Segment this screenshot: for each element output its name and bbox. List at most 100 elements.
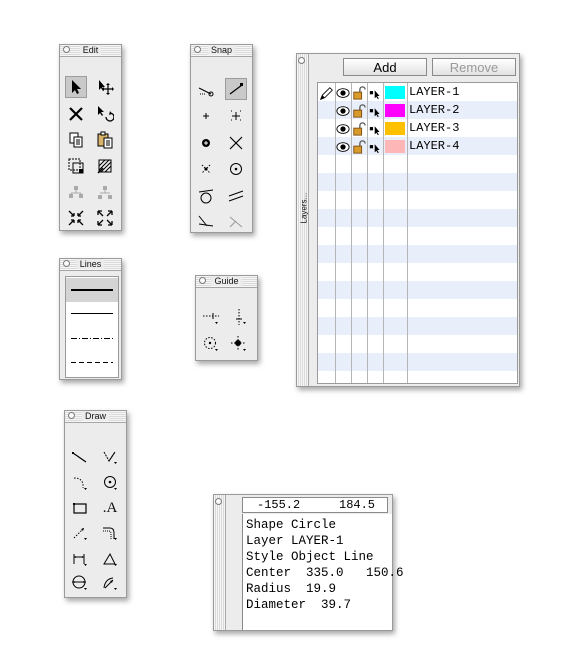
info-line-radius: Radius 19.9 [246, 582, 337, 596]
guide-circle-icon [204, 337, 218, 351]
layer-color-swatch[interactable] [385, 86, 405, 99]
rotate-tool[interactable] [94, 103, 116, 125]
draw-polyline-tool[interactable] [99, 446, 121, 468]
guide-titlebar[interactable]: Guide [196, 276, 257, 288]
layer-row[interactable]: LAYER-2 [318, 102, 517, 120]
layer-color-swatch[interactable] [385, 104, 405, 117]
draw-fillet-tool[interactable] [99, 522, 121, 544]
info-line-center: Center 335.0 150.6 [246, 566, 404, 580]
snap-line-tool[interactable] [225, 78, 247, 100]
copy-tool[interactable] [65, 129, 87, 151]
cursor-icon[interactable] [367, 102, 383, 120]
move-icon [99, 80, 114, 95]
edit-palette: Edit [59, 44, 122, 231]
paste-tool[interactable] [94, 129, 116, 151]
layer-name[interactable]: LAYER-3 [409, 121, 459, 135]
snap-point-tool[interactable] [195, 105, 217, 127]
layer-name[interactable]: LAYER-2 [409, 103, 459, 117]
snap-free-icon [198, 87, 214, 97]
ungroup-tool[interactable] [94, 182, 116, 204]
cursor-icon[interactable] [367, 120, 383, 138]
guide-cross-tool[interactable] [228, 333, 250, 355]
layer-color-swatch[interactable] [385, 140, 405, 153]
stripe-row [318, 317, 517, 335]
snap-circle-tool[interactable] [225, 158, 247, 180]
snap-tangent-tool[interactable] [195, 185, 217, 207]
eye-icon[interactable] [335, 102, 351, 120]
guide-circle-tool[interactable] [200, 333, 222, 355]
delete-tool[interactable] [65, 103, 87, 125]
draw-radius-tool[interactable] [99, 572, 121, 594]
eye-icon[interactable] [335, 84, 351, 102]
select-box-tool[interactable] [65, 155, 87, 177]
draw-title: Draw [81, 411, 109, 421]
layer-row[interactable]: LAYER-3 [318, 120, 517, 138]
draw-text-tool[interactable]: .A [99, 497, 121, 519]
radius-icon [103, 577, 117, 590]
snap-tangent-icon [198, 189, 214, 204]
snap-mid-tool[interactable] [195, 158, 217, 180]
draw-circle-tool[interactable] [99, 472, 121, 494]
eye-icon[interactable] [335, 120, 351, 138]
dimension-icon [73, 527, 87, 540]
eye-icon[interactable] [335, 138, 351, 156]
column-divider [383, 83, 384, 383]
snap-perp-tool[interactable] [225, 210, 247, 232]
draw-titlebar[interactable]: Draw [65, 411, 126, 423]
layer-row[interactable]: LAYER-1 [318, 84, 517, 102]
lock-icon[interactable] [351, 120, 367, 138]
select-arrow-tool[interactable] [65, 76, 87, 98]
line-style-solid[interactable] [66, 302, 118, 326]
snap-palette: Snap [190, 44, 253, 233]
layer-name[interactable]: LAYER-4 [409, 139, 459, 153]
edit-title: Edit [79, 45, 102, 55]
layer-row[interactable]: LAYER-4 [318, 138, 517, 156]
line-style-thick[interactable] [66, 278, 118, 302]
stripe-row [318, 209, 517, 227]
lines-titlebar[interactable]: Lines [60, 259, 121, 271]
draw-rectangle-tool[interactable] [69, 497, 91, 519]
close-icon[interactable] [298, 57, 305, 64]
draw-angle-tool[interactable] [99, 548, 121, 570]
close-icon[interactable] [215, 498, 222, 505]
cursor-icon[interactable] [367, 138, 383, 156]
move-tool[interactable] [94, 76, 116, 98]
draw-line-tool[interactable] [69, 446, 91, 468]
add-layer-button[interactable]: Add [343, 58, 427, 76]
snap-center-tool[interactable] [195, 132, 217, 154]
guide-vertical-tool[interactable] [228, 306, 250, 328]
draw-hdim-tool[interactable] [69, 548, 91, 570]
snap-center-icon [202, 139, 210, 147]
lock-icon[interactable] [351, 84, 367, 102]
pencil-icon[interactable] [318, 84, 335, 102]
snap-titlebar[interactable]: Snap [191, 45, 252, 57]
layer-name[interactable]: LAYER-1 [409, 85, 459, 99]
snap-grid-tool[interactable] [225, 105, 247, 127]
polyline-icon [103, 451, 117, 464]
snap-free-tool[interactable] [195, 78, 217, 100]
guide-horizontal-tool[interactable] [200, 306, 222, 328]
line-style-dashdot[interactable] [66, 327, 118, 351]
lock-icon[interactable] [351, 102, 367, 120]
draw-arc-tool[interactable] [69, 472, 91, 494]
draw-dimension-tool[interactable] [69, 522, 91, 544]
layer-color-swatch[interactable] [385, 122, 405, 135]
edit-titlebar[interactable]: Edit [60, 45, 121, 57]
lock-icon[interactable] [351, 138, 367, 156]
expand-tool[interactable] [94, 207, 116, 229]
shrink-tool[interactable] [65, 207, 87, 229]
layers-side-titlebar[interactable]: Layers... [297, 54, 309, 386]
snap-parallel-tool[interactable] [225, 185, 247, 207]
shape-info: Shape Circle Layer LAYER-1 Style Object … [242, 514, 404, 630]
draw-diameter-tool[interactable] [69, 572, 91, 594]
line-style-dashed[interactable] [66, 351, 118, 375]
group-icon [69, 186, 83, 198]
info-side-titlebar[interactable] [214, 495, 226, 630]
remove-layer-button[interactable]: Remove [432, 58, 516, 76]
group-tool[interactable] [65, 182, 87, 204]
hatch-tool[interactable] [94, 155, 116, 177]
snap-angle-tool[interactable] [195, 210, 217, 232]
cursor-icon[interactable] [367, 84, 383, 102]
info-panel: -155.2 184.5 Shape Circle Layer LAYER-1 … [213, 494, 404, 631]
snap-intersect-tool[interactable] [225, 132, 247, 154]
